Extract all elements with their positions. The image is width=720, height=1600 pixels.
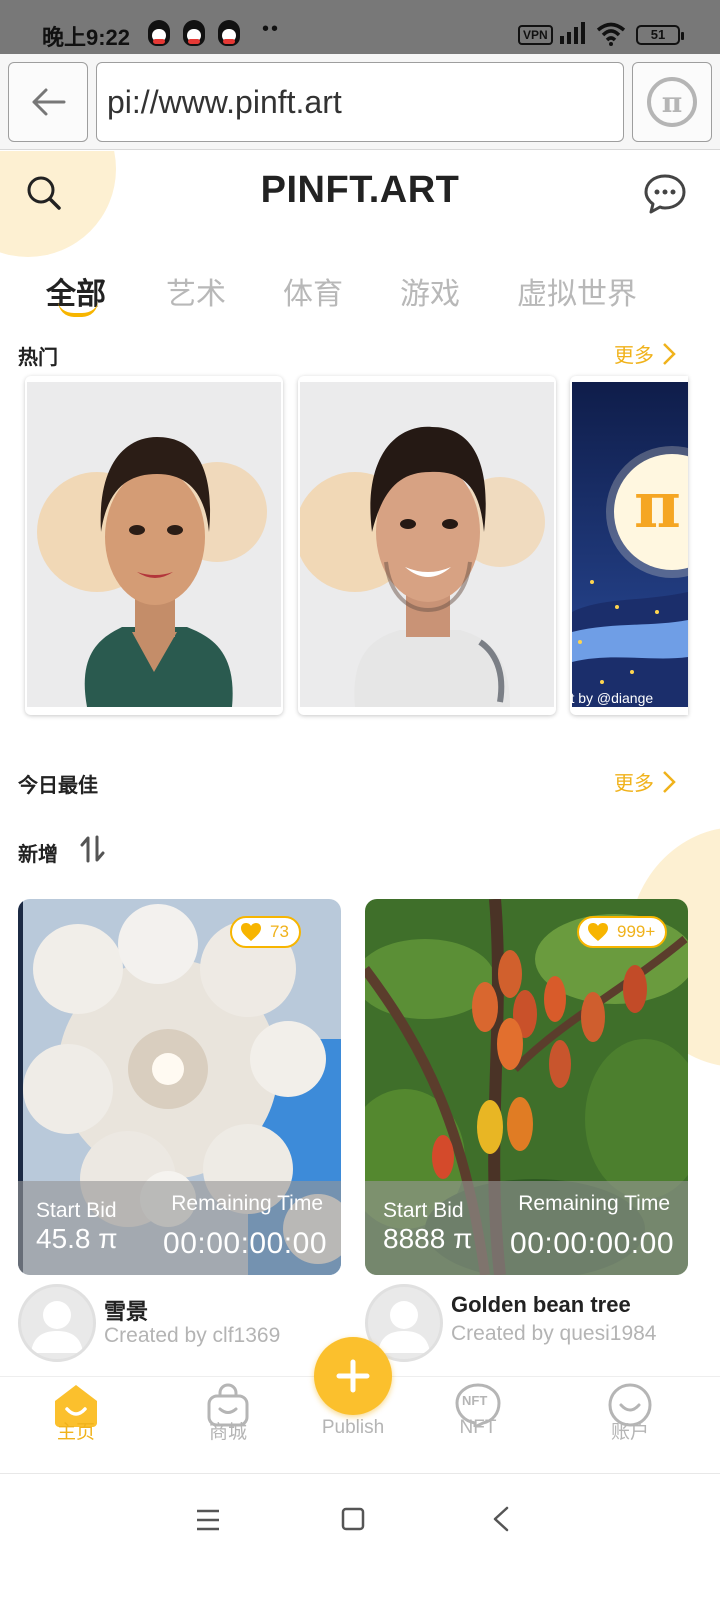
tab-active-indicator <box>58 301 98 317</box>
tab-sports[interactable]: 体育 <box>283 269 343 313</box>
avatar[interactable] <box>18 1284 96 1362</box>
screen: 晚上9:22 •• VPN 51 pi://www.pinft.art π PI… <box>0 0 720 1600</box>
hot-card[interactable]: π art by @diange <box>570 376 688 715</box>
remaining-time-label: Remaining Time <box>518 1192 670 1215</box>
nft-title: 雪景 <box>104 1299 149 1324</box>
arrow-left-icon <box>32 88 66 116</box>
creator-text: Created by quesi1984 <box>451 1322 657 1345</box>
nav-account[interactable]: 账户 <box>570 1377 690 1475</box>
signal-icon <box>560 22 585 44</box>
creator-info[interactable]: 雪景 Created by clf1369 <box>18 1284 358 1364</box>
nav-home[interactable]: 主页 <box>16 1377 136 1475</box>
chevron-right-icon <box>663 342 676 365</box>
tab-art[interactable]: 艺术 <box>166 269 226 313</box>
nft-title: Golden bean tree <box>451 1292 631 1317</box>
remaining-time-value: 00:00:00:00 <box>163 1227 327 1260</box>
bottom-nav: 主页 商城 Publish NFT NFT 账户 <box>0 1337 720 1475</box>
nav-label: 商城 <box>208 1422 247 1443</box>
wifi-icon <box>596 22 626 46</box>
remaining-time-value: 00:00:00:00 <box>510 1227 674 1260</box>
more-notifications-icon: •• <box>262 18 281 40</box>
tab-games[interactable]: 游戏 <box>400 269 460 313</box>
category-tabs: 全部 艺术 体育 游戏 虚拟世界 <box>0 269 720 317</box>
more-label: 更多 <box>614 345 654 367</box>
tab-virtual-world[interactable]: 虚拟世界 <box>517 269 637 313</box>
system-navigation-bar <box>0 1475 720 1600</box>
hot-card[interactable] <box>25 376 283 715</box>
chevron-right-icon <box>663 770 676 793</box>
nav-label: NFT <box>459 1417 497 1438</box>
qq-icon <box>218 20 240 46</box>
qq-icon <box>148 20 170 46</box>
nav-label: 账户 <box>610 1422 649 1443</box>
nav-label: Publish <box>321 1417 385 1438</box>
best-today-section-title: 今日最佳 <box>18 775 98 797</box>
browser-back-button[interactable] <box>8 62 88 142</box>
pi-browser-button[interactable]: π <box>632 62 712 142</box>
menu-icon[interactable] <box>196 1509 220 1531</box>
page-content: PINFT.ART 全部 艺术 体育 游戏 虚拟世界 热门 更多 π t by … <box>0 151 720 1505</box>
hot-section-title: 热门 <box>18 347 58 369</box>
bid-info-bar: Start Bid 8888 π Remaining Time 00:00:00… <box>365 1181 688 1275</box>
sort-icon[interactable] <box>80 835 106 863</box>
vpn-icon: VPN <box>518 25 553 45</box>
hot-card[interactable] <box>298 376 556 715</box>
battery-icon: 51 <box>636 25 684 45</box>
pi-logo-icon: π <box>647 77 697 127</box>
creator-info[interactable]: Golden bean tree Created by quesi1984 <box>365 1284 705 1364</box>
start-bid-label: Start Bid <box>383 1199 464 1222</box>
publish-button[interactable] <box>314 1337 392 1415</box>
nav-nft[interactable]: NFT NFT <box>418 1377 538 1475</box>
page-title: PINFT.ART <box>260 169 460 211</box>
bid-info-bar: Start Bid 45.8 π Remaining Time 00:00:00… <box>18 1181 341 1275</box>
like-badge[interactable]: 999+ <box>577 916 668 948</box>
pi-logo-icon: π <box>634 468 681 543</box>
nav-shop[interactable]: 商城 <box>168 1377 288 1475</box>
browser-toolbar: pi://www.pinft.art π <box>0 54 720 150</box>
new-section-title: 新增 <box>18 844 58 866</box>
nav-label: 主页 <box>56 1422 95 1443</box>
url-field[interactable]: pi://www.pinft.art <box>96 62 624 142</box>
remaining-time-label: Remaining Time <box>171 1192 323 1215</box>
like-badge[interactable]: 73 <box>230 916 301 948</box>
plus-icon <box>336 1359 370 1393</box>
start-bid-label: Start Bid <box>36 1199 117 1222</box>
nft-icon-badge: NFT <box>462 1393 488 1408</box>
hot-more-link[interactable]: 更多 <box>614 339 676 368</box>
like-count: 999+ <box>617 922 656 941</box>
start-bid-value: 45.8 π <box>36 1223 118 1254</box>
best-today-more-link[interactable]: 更多 <box>614 767 676 796</box>
creator-text: Created by clf1369 <box>104 1324 281 1347</box>
heart-icon <box>241 923 261 941</box>
qq-icon <box>183 20 205 46</box>
nft-card[interactable]: 999+ Start Bid 8888 π Remaining Time 00:… <box>365 899 688 1275</box>
portrait-image <box>27 382 281 707</box>
home-square-icon[interactable] <box>341 1507 365 1531</box>
chat-icon[interactable] <box>642 171 688 217</box>
like-count: 73 <box>270 922 289 941</box>
status-bar: 晚上9:22 •• VPN 51 <box>0 0 720 54</box>
portrait-image <box>298 382 554 707</box>
heart-icon <box>588 923 608 941</box>
back-icon[interactable] <box>492 1506 510 1532</box>
start-bid-value: 8888 π <box>383 1223 473 1254</box>
pi-night-image: π art by @diange <box>570 382 688 707</box>
nft-card[interactable]: 73 Start Bid 45.8 π Remaining Time 00:00… <box>18 899 341 1275</box>
status-time: 晚上9:22 <box>42 25 131 50</box>
more-label: 更多 <box>614 773 654 795</box>
image-caption: art by @diange <box>570 690 654 706</box>
